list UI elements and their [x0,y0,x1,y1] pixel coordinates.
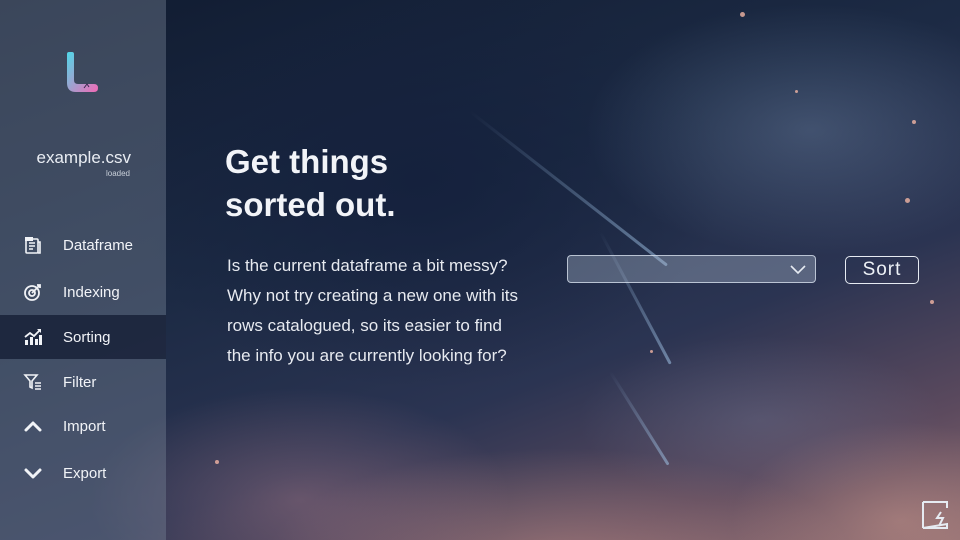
sidebar-item-import[interactable]: Import [0,404,166,448]
sidebar-item-filter[interactable]: Filter [0,360,166,404]
sidebar-item-sorting[interactable]: Sorting [0,315,166,359]
target-icon [22,281,44,303]
sidebar-item-dataframe[interactable]: Dataframe [0,223,166,267]
file-name: example.csv [36,148,131,167]
chevron-down-icon [789,262,807,276]
chevron-down-icon [22,462,44,484]
meteor-streak [598,230,672,365]
sort-column-dropdown[interactable] [567,255,816,283]
sidebar-item-label: Sorting [63,328,111,346]
file-status: loaded [105,169,130,178]
theme-toggle-icon[interactable] [921,500,951,530]
star [650,350,653,353]
sort-button[interactable]: Sort [845,256,919,284]
star [795,90,798,93]
sidebar-item-label: Export [63,464,107,482]
sidebar-item-label: Filter [63,373,97,391]
page-title: Get things sorted out. [225,143,396,223]
sidebar-item-label: Import [63,417,106,435]
sidebar-item-label: Indexing [63,283,120,301]
meteor-streak [469,110,668,267]
app-logo [64,52,104,94]
meteor-streak [608,370,670,466]
chart-trend-icon [22,326,44,348]
star [912,120,916,124]
filter-icon [22,371,44,393]
star [740,12,745,17]
sidebar: example.csv loaded Dataframe Indexing So… [0,0,166,540]
sidebar-item-export[interactable]: Export [0,451,166,495]
star [215,460,219,464]
sidebar-item-label: Dataframe [63,236,134,254]
page-description: Is the current dataframe a bit messy? Wh… [227,256,519,365]
star [905,198,910,203]
chevron-up-icon [22,415,44,437]
star [930,300,934,304]
dataframe-icon [22,234,44,256]
sidebar-item-indexing[interactable]: Indexing [0,270,166,314]
